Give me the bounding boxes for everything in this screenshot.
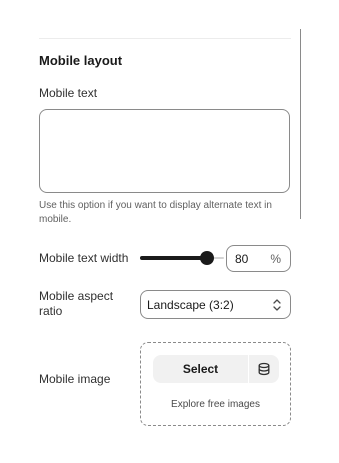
select-chevrons-icon [273, 298, 281, 311]
scrollbar[interactable] [300, 29, 301, 219]
mobile-text-width-input[interactable]: 80 % [226, 245, 291, 272]
mobile-text-field[interactable] [39, 109, 290, 193]
select-image-button[interactable]: Select [153, 355, 248, 383]
percent-suffix: % [270, 251, 281, 266]
mobile-aspect-ratio-label: Mobile aspect ratio [39, 289, 114, 318]
mobile-text-help: Use this option if you want to display a… [39, 200, 272, 225]
section-title: Mobile layout [39, 53, 123, 68]
mobile-aspect-ratio-select[interactable]: Landscape (3:2) [140, 290, 291, 319]
mobile-text-width-slider[interactable] [140, 251, 224, 265]
slider-fill [140, 256, 207, 260]
slider-thumb[interactable] [200, 251, 214, 265]
explore-free-images-link[interactable]: Explore free images [141, 399, 290, 410]
image-library-button[interactable] [249, 355, 279, 383]
database-icon [258, 362, 270, 376]
mobile-image-dropzone[interactable]: Select Explore free images [140, 342, 291, 426]
mobile-text-label: Mobile text [39, 86, 98, 100]
aspect-ratio-selected: Landscape (3:2) [147, 297, 234, 312]
section-divider [39, 38, 291, 39]
mobile-image-label: Mobile image [39, 372, 111, 386]
mobile-text-width-label: Mobile text width [39, 251, 129, 265]
mobile-text-width-value[interactable]: 80 [235, 252, 248, 266]
